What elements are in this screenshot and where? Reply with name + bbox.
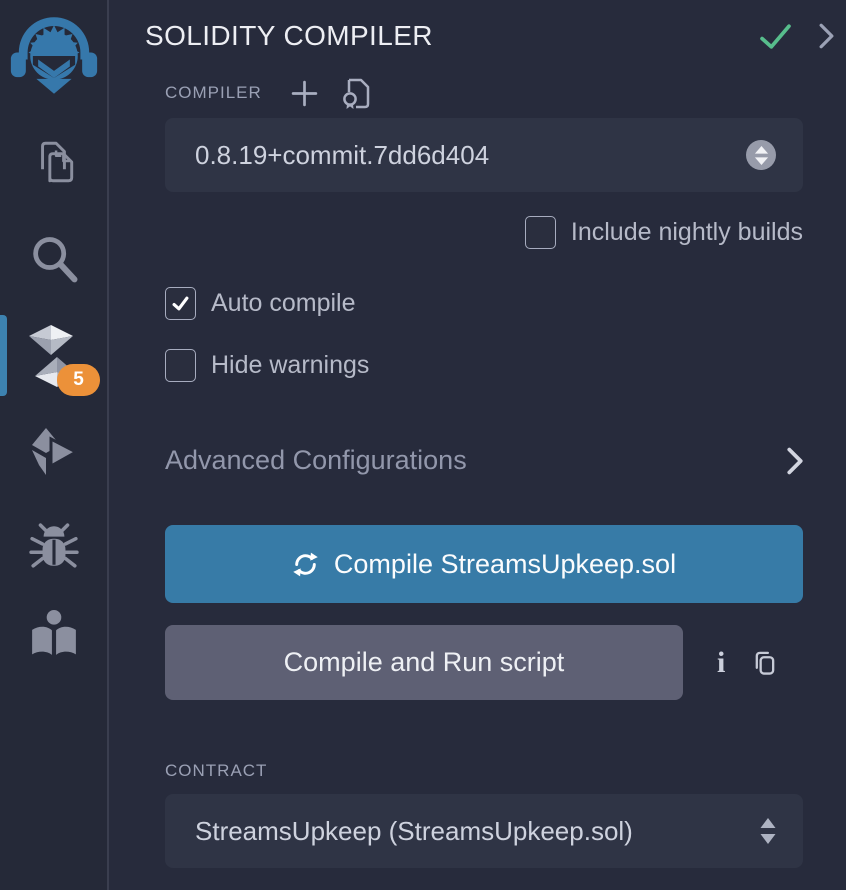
remix-logo[interactable]	[0, 10, 107, 94]
icon-sidebar: 5	[0, 0, 109, 890]
hide-warnings-row: Hide warnings	[165, 349, 803, 382]
advanced-configurations-toggle[interactable]: Advanced Configurations	[165, 445, 803, 476]
collapse-chevron-right-icon[interactable]	[819, 23, 834, 49]
book-icon	[30, 609, 78, 659]
nightly-builds-label[interactable]: Include nightly builds	[571, 218, 803, 247]
nightly-builds-checkbox[interactable]	[525, 216, 556, 249]
compiler-error-badge: 5	[57, 364, 100, 396]
compile-button-label: Compile StreamsUpkeep.sol	[334, 549, 676, 580]
sidebar-item-deploy-run[interactable]	[0, 426, 107, 478]
compile-and-run-label: Compile and Run script	[284, 647, 565, 678]
compile-run-row: Compile and Run script i	[165, 625, 803, 700]
copy-icon[interactable]	[752, 649, 777, 677]
hide-warnings-checkbox[interactable]	[165, 349, 196, 382]
add-custom-compiler-plus-icon[interactable]	[290, 79, 319, 108]
refresh-icon	[292, 551, 319, 578]
contract-select-value: StreamsUpkeep (StreamsUpkeep.sol)	[195, 816, 633, 847]
compile-button[interactable]: Compile StreamsUpkeep.sol	[165, 525, 803, 603]
file-award-icon[interactable]	[341, 77, 372, 110]
compiler-label-row: COMPILER	[165, 81, 803, 105]
auto-compile-label[interactable]: Auto compile	[211, 289, 356, 318]
sidebar-item-file-explorer[interactable]	[0, 137, 107, 187]
files-icon	[29, 137, 79, 187]
hide-warnings-label[interactable]: Hide warnings	[211, 351, 369, 380]
compiler-version-value: 0.8.19+commit.7dd6d404	[195, 140, 489, 171]
remix-logo-icon	[10, 10, 98, 94]
auto-compile-row: Auto compile	[165, 287, 803, 320]
sidebar-item-debugger[interactable]	[0, 521, 107, 571]
nightly-builds-row: Include nightly builds	[165, 216, 803, 249]
sidebar-item-search[interactable]	[0, 233, 107, 287]
compiler-version-select[interactable]: 0.8.19+commit.7dd6d404	[165, 118, 803, 192]
select-caret-icon	[746, 140, 776, 170]
ethereum-icon	[29, 426, 79, 478]
compiler-label: COMPILER	[165, 83, 262, 103]
compile-and-run-button[interactable]: Compile and Run script	[165, 625, 683, 700]
bug-icon	[29, 521, 79, 571]
compile-success-check-icon	[760, 23, 791, 50]
contract-select[interactable]: StreamsUpkeep (StreamsUpkeep.sol)	[165, 794, 803, 868]
remix-ide-window: 5	[0, 0, 846, 890]
advanced-chevron-right-icon	[787, 447, 803, 475]
info-icon[interactable]: i	[717, 648, 725, 678]
contract-label: CONTRACT	[165, 761, 267, 781]
page-title: SOLIDITY COMPILER	[145, 20, 433, 52]
solidity-compiler-panel: SOLIDITY COMPILER COMPILER	[109, 0, 846, 890]
panel-header: SOLIDITY COMPILER	[145, 20, 834, 52]
contract-label-row: CONTRACT	[165, 760, 803, 782]
auto-compile-checkbox[interactable]	[165, 287, 196, 320]
sidebar-item-learn[interactable]	[0, 609, 107, 659]
advanced-configurations-label: Advanced Configurations	[165, 445, 467, 476]
contract-select-caret-icon	[760, 818, 776, 844]
search-icon	[28, 233, 80, 287]
